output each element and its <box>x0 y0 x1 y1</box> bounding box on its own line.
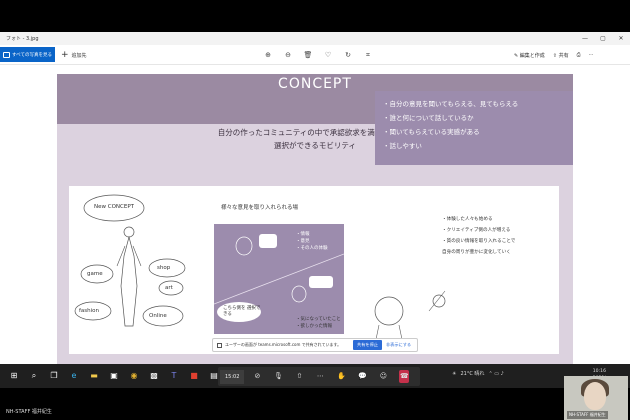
taskbar-icons: ⊞ ⌕ ❐ e ▬ ▣ ◉ ▩ T ■ ▤ <box>8 370 220 382</box>
sketch-new-concept: New CONCEPT <box>94 204 135 210</box>
file-explorer-icon[interactable]: ▬ <box>88 370 100 382</box>
benefits-box: ・自分の意見を聞いてもらえる、見てもらえる ・誰と何について話しているか ・聞い… <box>375 91 573 165</box>
share-label: 共有 <box>558 52 569 59</box>
meeting-timer: 15:02 <box>220 369 245 384</box>
all-photos-button[interactable]: すべての写真を見る <box>0 47 55 62</box>
weather-icon[interactable]: ☀ <box>452 371 456 377</box>
chat-icon[interactable]: 💬 <box>357 373 367 380</box>
hang-up-button[interactable]: ☎ <box>399 370 410 383</box>
all-photos-label: すべての写真を見る <box>12 52 53 58</box>
hide-button[interactable]: 非表示にする <box>386 342 411 348</box>
benefit-item: ・自分の意見を聞いてもらえる、見てもらえる <box>383 100 519 108</box>
stop-sharing-button[interactable]: 共有を停止 <box>353 340 382 350</box>
plus-icon: + <box>61 49 69 60</box>
rotate-icon[interactable]: ↻ <box>338 51 358 59</box>
avatar <box>584 382 606 410</box>
self-video-thumbnail[interactable]: NH-STAFF 福井紀生 <box>564 376 628 420</box>
taskbar: ⊞ ⌕ ❐ e ▬ ▣ ◉ ▩ T ■ ▤ 15:02 ⊘ 🎙 ⇧ ⋯ ✋ 💬 … <box>0 364 630 388</box>
concept-slide: CONCEPT 自分の作ったコミュニティの中で承認欲求を満たしながら 選択ができ… <box>57 74 573 364</box>
teams-icon[interactable]: T <box>168 370 180 382</box>
tray-icons[interactable]: ⌃ ▭ ♪ <box>488 371 503 377</box>
edit-create-button[interactable]: ✎ 編集と作成 <box>514 52 545 59</box>
app-icon[interactable]: ■ <box>188 370 200 382</box>
presenter-name: NH-STAFF 福井紀生 <box>6 409 52 415</box>
benefit-item: ・話しやすい <box>383 142 422 150</box>
share-screen-icon <box>217 342 222 348</box>
sharing-message: ユーザーの画面が teams.microsoft.com で共有されています。 <box>225 342 342 347</box>
weather-text[interactable]: 21°C 晴れ <box>460 370 484 377</box>
outcome-item: ・質の良い情報を取り入れることで <box>442 239 516 244</box>
maximize-button[interactable]: ▢ <box>594 32 612 45</box>
mic-off-icon[interactable]: 🎙 <box>273 373 283 380</box>
benefit-item: ・聞いてもらえている実感がある <box>383 128 480 136</box>
photos-window: フォト - 3.jpg — ▢ ✕ すべての写真を見る + 追加先 ⊕ ⊖ 🗑 … <box>0 32 630 364</box>
print-icon[interactable]: ⎙ <box>577 52 581 58</box>
add-to-button[interactable]: + 追加先 <box>61 49 87 61</box>
panel-bottom-item: ・気になっていたこと <box>296 317 341 322</box>
meeting-buttons: ⊘ 🎙 ⇧ ⋯ ✋ 💬 ☺ ☎ <box>252 370 410 383</box>
presenter-bar: NH-STAFF 福井紀生 <box>0 388 630 420</box>
outcome-item: ・体験した人々も始める <box>442 217 493 222</box>
panel-bottom-item: ・欲しかった情報 <box>296 324 332 329</box>
sketch-shop: shop <box>157 265 171 271</box>
edge-icon[interactable]: e <box>68 370 80 382</box>
outcome-item: ・クリエイティブ側の人が増える <box>442 228 511 233</box>
sketch-area: New CONCEPT game shop art fashion Online… <box>69 186 559 354</box>
meeting-controls: 15:02 ⊘ 🎙 ⇧ ⋯ ✋ 💬 ☺ ☎ <box>218 367 420 386</box>
title-bar: フォト - 3.jpg — ▢ ✕ <box>0 32 630 45</box>
screen: フォト - 3.jpg — ▢ ✕ すべての写真を見る + 追加先 ⊕ ⊖ 🗑 … <box>0 0 630 420</box>
figure-sketch <box>74 194 186 327</box>
sketch-art: art <box>165 285 173 291</box>
panel-item: ・その人の体験 <box>296 246 328 251</box>
chrome-icon[interactable]: ◉ <box>128 370 140 382</box>
window-title: フォト - 3.jpg <box>6 36 39 42</box>
photos-icon <box>3 51 10 58</box>
thumbnail-name: NH-STAFF 福井紀生 <box>567 411 608 419</box>
outcome-list: ・体験した人々も始める ・クリエイティブ側の人が増える ・質の良い情報を取り入れ… <box>442 214 515 258</box>
more-icon[interactable]: ⋯ <box>589 52 594 58</box>
edit-create-label: 編集と作成 <box>519 52 545 59</box>
window-controls: — ▢ ✕ <box>576 32 630 45</box>
close-button[interactable]: ✕ <box>612 32 630 45</box>
zoom-in-icon[interactable]: ⊕ <box>258 51 278 59</box>
bubble-text: こちら側を 選択できる <box>223 306 261 317</box>
image-tools: ⊕ ⊖ 🗑 ♡ ↻ ⌗ <box>258 49 378 61</box>
camera-off-icon[interactable]: ⊘ <box>252 373 262 380</box>
zoom-out-icon[interactable]: ⊖ <box>278 51 298 59</box>
participants-icon[interactable]: ☺ <box>378 373 388 380</box>
store-icon[interactable]: ▣ <box>108 370 120 382</box>
toolbar: すべての写真を見る + 追加先 ⊕ ⊖ 🗑 ♡ ↻ ⌗ ✎ 編集と作成 ⇪ 共有… <box>0 45 630 65</box>
sketch-online: Online <box>149 313 167 319</box>
panel-item: ・情報 <box>296 232 310 237</box>
outcome-item: 自身の周りが豊かに変化していく <box>442 250 511 255</box>
minimize-button[interactable]: — <box>576 32 594 45</box>
delete-icon[interactable]: 🗑 <box>298 51 318 59</box>
windows-start-icon[interactable]: ⊞ <box>8 370 20 382</box>
raise-hand-icon[interactable]: ✋ <box>336 373 346 380</box>
share-button[interactable]: ⇪ 共有 <box>553 52 569 59</box>
slide-title: CONCEPT <box>278 76 352 92</box>
right-tools: ✎ 編集と作成 ⇪ 共有 ⎙ ⋯ <box>514 49 594 61</box>
search-icon[interactable]: ⌕ <box>28 370 40 382</box>
share-tray-icon[interactable]: ⇧ <box>294 373 304 380</box>
sketch-fashion: fashion <box>79 308 100 314</box>
panel-items: ・情報 ・意見 ・その人の体験 <box>296 231 328 252</box>
clock-time: 10:16 <box>592 369 606 374</box>
panel-heading: 様々な意見を取り入れられる場 <box>221 205 299 211</box>
sketch-game: game <box>87 271 103 277</box>
more-actions-icon[interactable]: ⋯ <box>315 373 325 380</box>
add-to-label: 追加先 <box>71 52 87 59</box>
app-icon[interactable]: ▩ <box>148 370 160 382</box>
favorite-icon[interactable]: ♡ <box>318 51 338 59</box>
sharing-notification: ユーザーの画面が teams.microsoft.com で共有されています。 … <box>212 338 418 352</box>
task-view-icon[interactable]: ❐ <box>48 370 60 382</box>
benefit-item: ・誰と何について話しているか <box>383 114 474 122</box>
panel-item: ・意見 <box>296 239 310 244</box>
panel-bottom-items: ・気になっていたこと ・欲しかった情報 <box>296 316 341 330</box>
system-tray: ☀ 21°C 晴れ ⌃ ▭ ♪ <box>452 370 504 378</box>
crop-icon[interactable]: ⌗ <box>358 51 378 59</box>
